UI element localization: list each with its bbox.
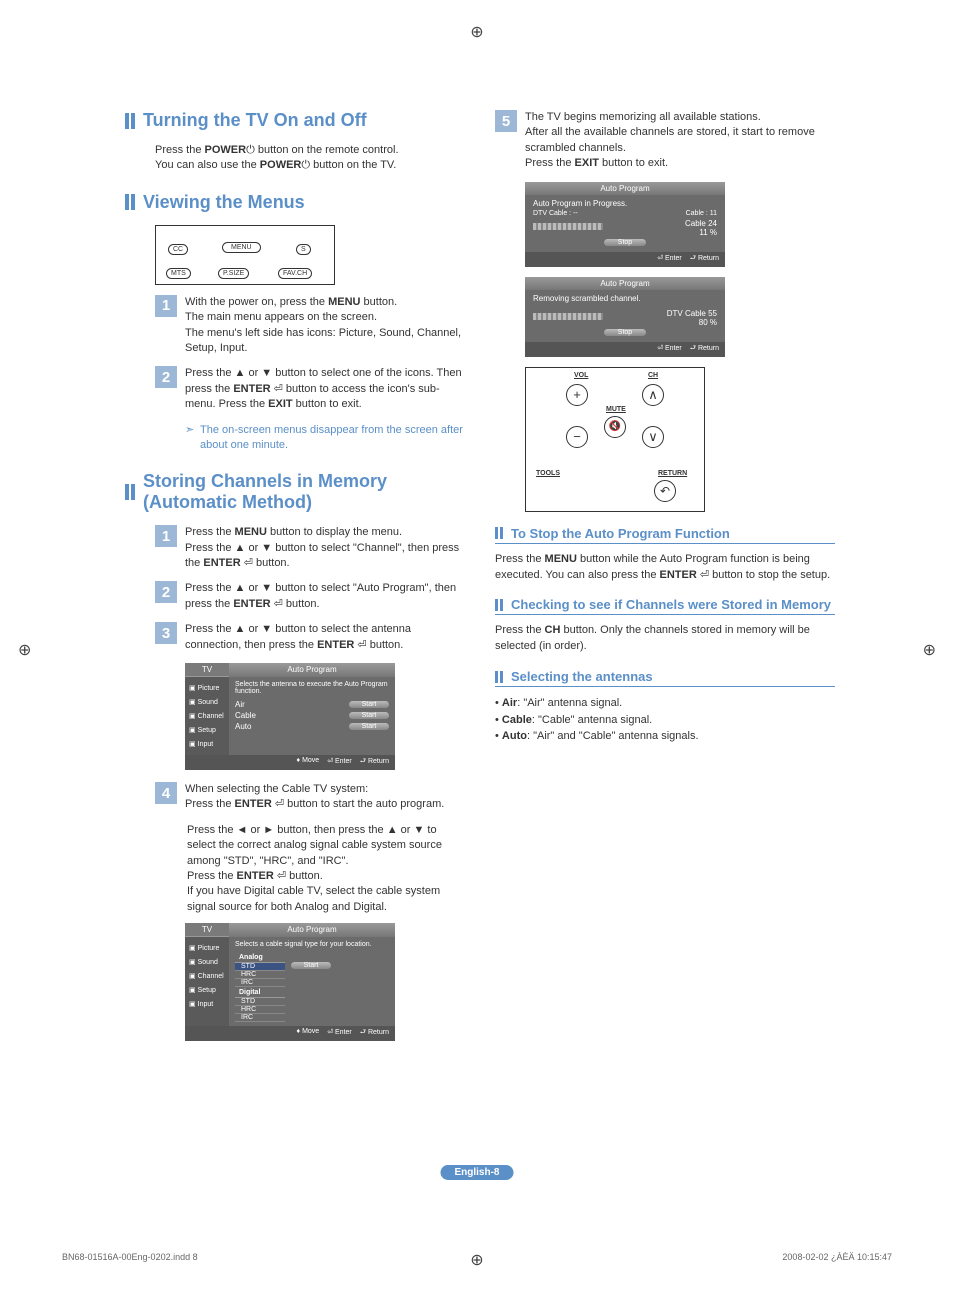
heading-turning-on-off: Turning the TV On and Off <box>125 110 465 131</box>
osd-progress-1: Auto Program Auto Program in Progress. D… <box>525 182 725 267</box>
step-4-store: 4 When selecting the Cable TV system: Pr… <box>155 782 465 813</box>
step-2-store: 2 Press the ▲ or ▼ button to select "Aut… <box>155 581 465 612</box>
ch-up-button: ∧ <box>642 384 664 406</box>
footer-right: 2008-02-02 ¿ÀÈÄ 10:15:47 <box>782 1252 892 1262</box>
remote-diagram-menu: CC MENU S MTS P.SIZE FAV.CH <box>155 225 335 285</box>
heading-storing-channels: Storing Channels in Memory (Automatic Me… <box>125 471 465 513</box>
subhead-stop-auto-program: To Stop the Auto Program Function <box>495 526 835 544</box>
osd-progress-2: Auto Program Removing scrambled channel.… <box>525 277 725 357</box>
subhead-selecting-antennas: Selecting the antennas <box>495 669 835 687</box>
osd-auto-program-cable-type: TV Auto Program Picture Sound Channel Se… <box>185 923 395 1041</box>
heading-viewing-menus: Viewing the Menus <box>125 192 465 213</box>
step-2-menu: 2 Press the ▲ or ▼ button to select one … <box>155 366 465 412</box>
footer-left: BN68-01516A-00Eng-0202.indd 8 <box>62 1252 198 1262</box>
registration-mark: ⊕ <box>470 1250 483 1270</box>
step-5-store: 5 The TV begins memorizing all available… <box>495 110 835 172</box>
page-badge: English-8 <box>440 1165 513 1180</box>
osd-auto-program-antenna: TV Auto Program Picture Sound Channel Se… <box>185 663 395 770</box>
note-menu-timeout: The on-screen menus disappear from the s… <box>200 423 465 454</box>
registration-mark: ⊕ <box>923 640 936 660</box>
step-4-continued: Press the ◄ or ► button, then press the … <box>187 823 465 915</box>
check-text: Press the CH button. Only the channels s… <box>495 623 835 655</box>
stop-text: Press the MENU button while the Auto Pro… <box>495 552 835 584</box>
step-3-store: 3 Press the ▲ or ▼ button to select the … <box>155 622 465 653</box>
return-button: ↶ <box>654 480 676 502</box>
vol-down-button: − <box>566 426 588 448</box>
step-1-store: 1 Press the MENU button to display the m… <box>155 525 465 571</box>
ch-down-button: ∨ <box>642 426 664 448</box>
step-1-menu: 1 With the power on, press the MENU butt… <box>155 295 465 357</box>
mute-button: 🔇 <box>604 416 626 438</box>
registration-mark: ⊕ <box>470 22 483 42</box>
antenna-list: Air: "Air" antenna signal. Cable: "Cable… <box>495 695 835 745</box>
vol-up-button: + <box>566 384 588 406</box>
intro-power: Press the POWER⏻ button on the remote co… <box>155 143 465 174</box>
subhead-check-channels: Checking to see if Channels were Stored … <box>495 597 835 615</box>
registration-mark: ⊕ <box>18 640 31 660</box>
remote-diagram-vol-ch: VOL CH MUTE TOOLS RETURN + − ∧ ∨ 🔇 ↶ <box>525 367 705 512</box>
